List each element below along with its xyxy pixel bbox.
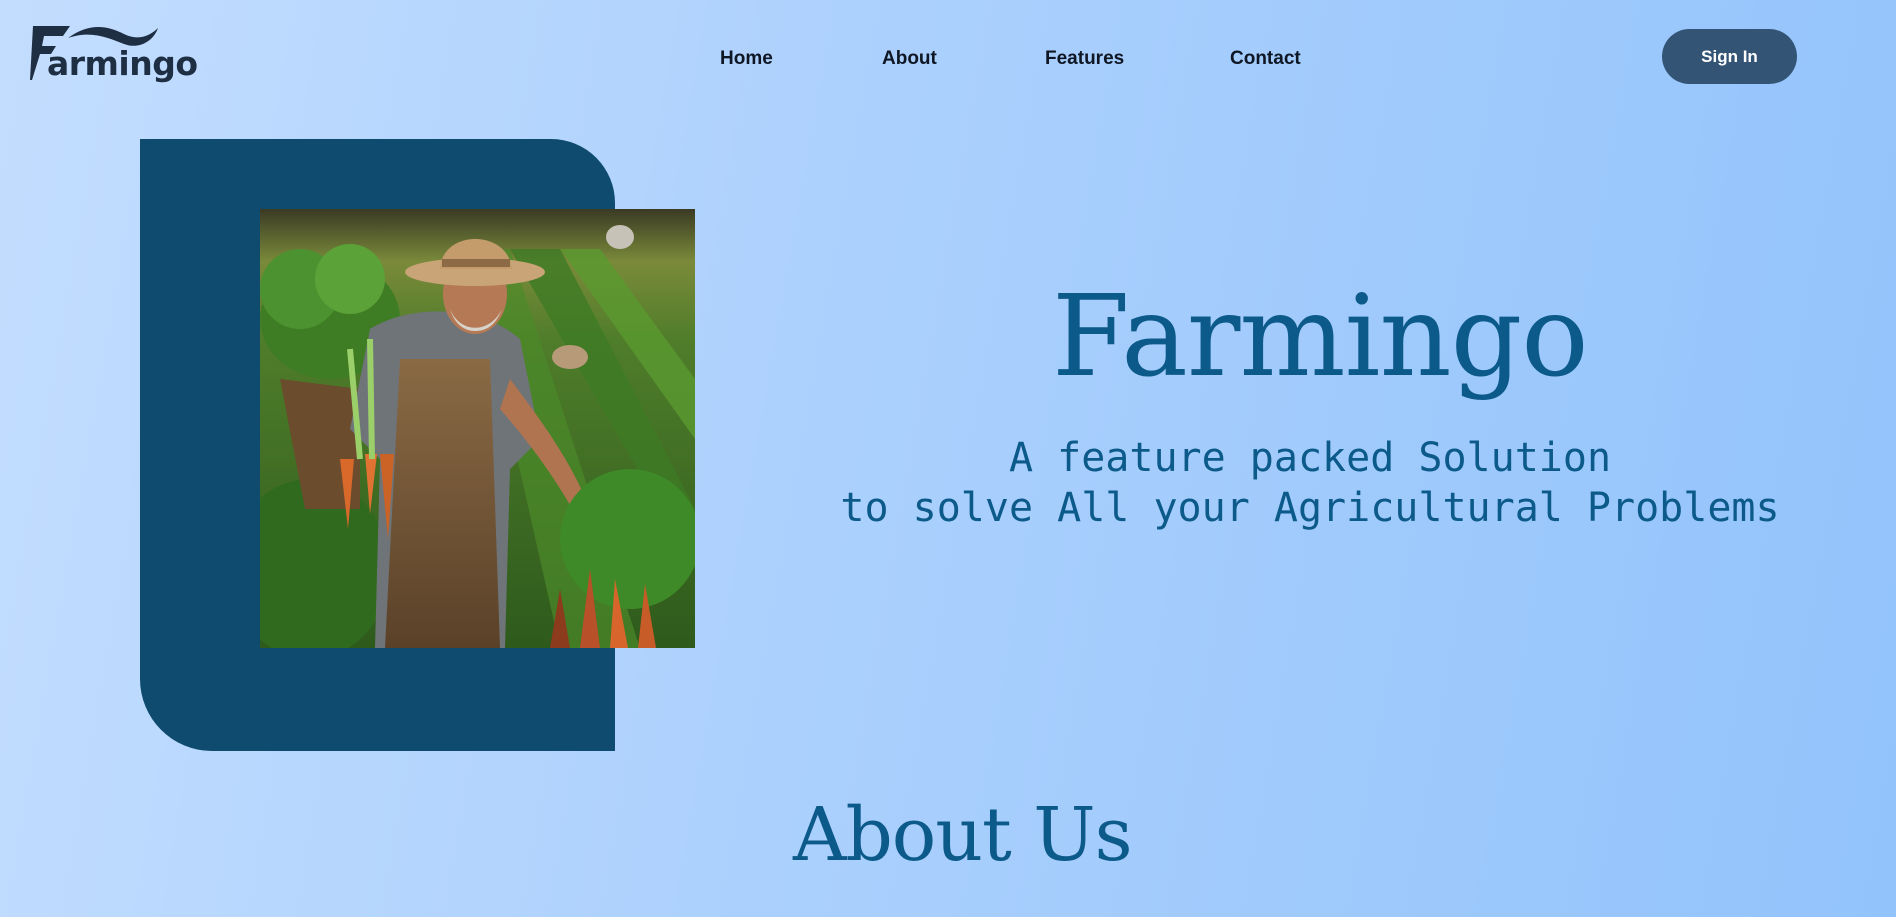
hero-subtitle-line-1: A feature packed Solution	[1008, 435, 1612, 481]
hero-subtitle-line-2: to solve All your Agricultural Problems	[840, 485, 1780, 531]
sign-in-button[interactable]: Sign In	[1662, 29, 1797, 84]
about-heading: About Us	[793, 792, 1133, 878]
nav-features[interactable]: Features	[1045, 44, 1124, 74]
hero-title: Farmingo	[1052, 272, 1589, 402]
main-nav: Home About Features Contact	[0, 44, 1896, 74]
nav-about[interactable]: About	[882, 44, 937, 74]
hero-subtitle: A feature packed Solution to solve All y…	[820, 433, 1800, 533]
nav-contact[interactable]: Contact	[1230, 44, 1301, 74]
hero-photo	[260, 209, 695, 648]
nav-home[interactable]: Home	[720, 44, 773, 74]
farmer-carrots-photo-icon	[260, 209, 695, 648]
